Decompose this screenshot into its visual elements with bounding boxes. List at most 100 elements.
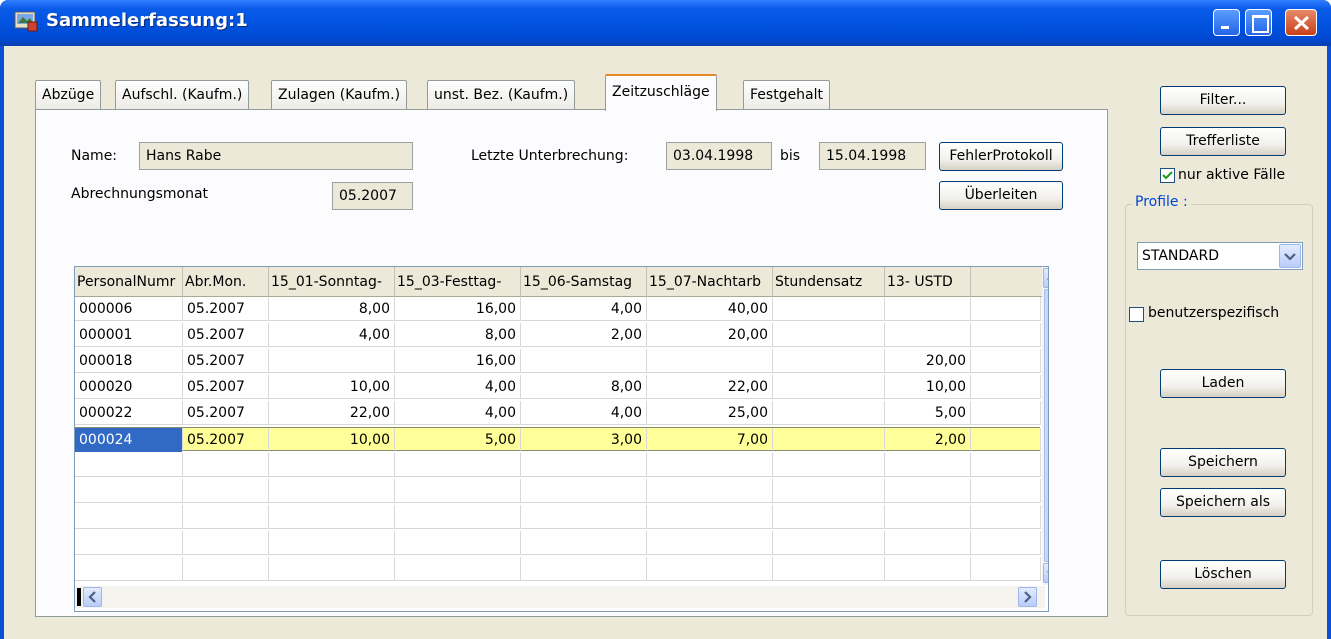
table-cell[interactable]: 000006: [75, 297, 183, 321]
filter-button[interactable]: Filter...: [1160, 86, 1286, 115]
table-cell[interactable]: [885, 323, 971, 347]
table-cell[interactable]: [75, 557, 183, 581]
tab-zeitzuschlaege[interactable]: Zeitzuschläge: [605, 74, 717, 111]
table-cell[interactable]: [773, 297, 885, 321]
table-cell[interactable]: 4,00: [395, 401, 521, 425]
table-cell[interactable]: [971, 349, 1041, 373]
table-cell[interactable]: [183, 531, 269, 555]
table-cell[interactable]: 000018: [75, 349, 183, 373]
speichern-als-button[interactable]: Speichern als: [1160, 488, 1286, 517]
table-cell[interactable]: [773, 401, 885, 425]
table-cell[interactable]: [773, 453, 885, 477]
vertical-scrollbar[interactable]: [1042, 267, 1048, 585]
table-cell[interactable]: [269, 557, 395, 581]
table-cell[interactable]: 000022: [75, 401, 183, 425]
table-row[interactable]: 000006 05.2007 8,00 16,00 4,00 40,00: [75, 297, 1041, 321]
table-cell[interactable]: [395, 453, 521, 477]
table-cell[interactable]: 20,00: [647, 323, 773, 347]
table-cell[interactable]: [971, 557, 1041, 581]
vertical-scroll-thumb[interactable]: [1044, 289, 1048, 562]
table-cell[interactable]: [971, 479, 1041, 503]
table-cell[interactable]: 10,00: [269, 428, 395, 452]
table-cell[interactable]: [971, 375, 1041, 399]
table-cell[interactable]: 05.2007: [183, 323, 269, 347]
table-cell[interactable]: [773, 375, 885, 399]
abrechnungsmonat-field[interactable]: 05.2007: [332, 182, 413, 210]
table-cell[interactable]: 000020: [75, 375, 183, 399]
table-cell[interactable]: 05.2007: [183, 375, 269, 399]
scroll-left-button[interactable]: [83, 587, 102, 607]
ueberleiten-button[interactable]: Überleiten: [939, 181, 1063, 210]
table-cell[interactable]: 8,00: [395, 323, 521, 347]
unterbrechung-bis-field[interactable]: 15.04.1998: [819, 142, 926, 170]
minimize-button[interactable]: [1213, 9, 1240, 36]
scroll-down-button[interactable]: [1043, 563, 1048, 583]
table-cell[interactable]: 05.2007: [183, 297, 269, 321]
fehlerprotokoll-button[interactable]: FehlerProtokoll: [939, 142, 1063, 171]
trefferliste-button[interactable]: Trefferliste: [1160, 127, 1286, 156]
table-cell[interactable]: [75, 453, 183, 477]
table-row[interactable]: 000018 05.2007 16,00 20,00: [75, 349, 1041, 373]
table-cell[interactable]: 4,00: [521, 297, 647, 321]
table-cell[interactable]: [183, 479, 269, 503]
table-row[interactable]: 000020 05.2007 10,00 4,00 8,00 22,00 10,00: [75, 375, 1041, 399]
table-row[interactable]: 000024 05.2007 10,00 5,00 3,00 7,00 2,00: [75, 427, 1041, 452]
laden-button[interactable]: Laden: [1160, 369, 1286, 398]
table-cell[interactable]: 10,00: [269, 375, 395, 399]
table-cell[interactable]: 05.2007: [183, 401, 269, 425]
table-cell[interactable]: [521, 505, 647, 529]
table-cell[interactable]: 40,00: [647, 297, 773, 321]
table-cell[interactable]: [395, 479, 521, 503]
table-cell[interactable]: 22,00: [647, 375, 773, 399]
table-cell[interactable]: [885, 557, 971, 581]
table-row[interactable]: [75, 505, 1041, 529]
table-cell[interactable]: [971, 505, 1041, 529]
table-cell[interactable]: 2,00: [521, 323, 647, 347]
table-cell[interactable]: [885, 505, 971, 529]
loeschen-button[interactable]: Löschen: [1160, 560, 1286, 589]
table-cell[interactable]: [75, 505, 183, 529]
table-cell[interactable]: [971, 531, 1041, 555]
nur-aktive-checkbox[interactable]: [1160, 168, 1175, 183]
table-cell[interactable]: [269, 349, 395, 373]
table-cell[interactable]: [885, 297, 971, 321]
table-cell[interactable]: [75, 531, 183, 555]
title-bar[interactable]: Sammelerfassung:1: [0, 0, 1331, 46]
table-cell[interactable]: [647, 349, 773, 373]
table-cell[interactable]: [773, 557, 885, 581]
tab-unst-bez-kaufm[interactable]: unst. Bez. (Kaufm.): [427, 80, 576, 110]
table-row[interactable]: [75, 557, 1041, 581]
table-cell[interactable]: 5,00: [395, 428, 521, 452]
tab-zulagen-kaufm[interactable]: Zulagen (Kaufm.): [271, 80, 408, 110]
table-cell[interactable]: 3,00: [521, 428, 647, 452]
table-cell[interactable]: [773, 349, 885, 373]
table-cell[interactable]: [75, 479, 183, 503]
table-cell[interactable]: 20,00: [885, 349, 971, 373]
table-cell[interactable]: 4,00: [521, 401, 647, 425]
table-cell[interactable]: [971, 401, 1041, 425]
table-cell[interactable]: [647, 505, 773, 529]
column-header[interactable]: PersonalNumr: [75, 267, 183, 297]
table-row[interactable]: 000001 05.2007 4,00 8,00 2,00 20,00: [75, 323, 1041, 347]
table-cell[interactable]: 16,00: [395, 297, 521, 321]
table-cell[interactable]: 16,00: [395, 349, 521, 373]
table-cell[interactable]: [773, 505, 885, 529]
table-cell[interactable]: [773, 479, 885, 503]
scroll-right-button[interactable]: [1018, 587, 1037, 607]
table-cell[interactable]: 4,00: [269, 323, 395, 347]
name-field[interactable]: Hans Rabe: [139, 142, 413, 170]
table-cell[interactable]: 05.2007: [183, 349, 269, 373]
maximize-button[interactable]: [1245, 9, 1272, 36]
table-cell[interactable]: [773, 531, 885, 555]
table-cell[interactable]: 22,00: [269, 401, 395, 425]
table-cell[interactable]: [773, 428, 885, 452]
table-cell[interactable]: 25,00: [647, 401, 773, 425]
table-cell[interactable]: 000001: [75, 323, 183, 347]
table-row[interactable]: [75, 531, 1041, 555]
benutzerspezifisch-checkbox[interactable]: [1129, 307, 1144, 322]
table-cell[interactable]: [971, 323, 1041, 347]
table-cell[interactable]: [183, 505, 269, 529]
close-button[interactable]: [1285, 9, 1317, 36]
scroll-up-button[interactable]: [1043, 268, 1048, 288]
table-cell[interactable]: [971, 297, 1041, 321]
